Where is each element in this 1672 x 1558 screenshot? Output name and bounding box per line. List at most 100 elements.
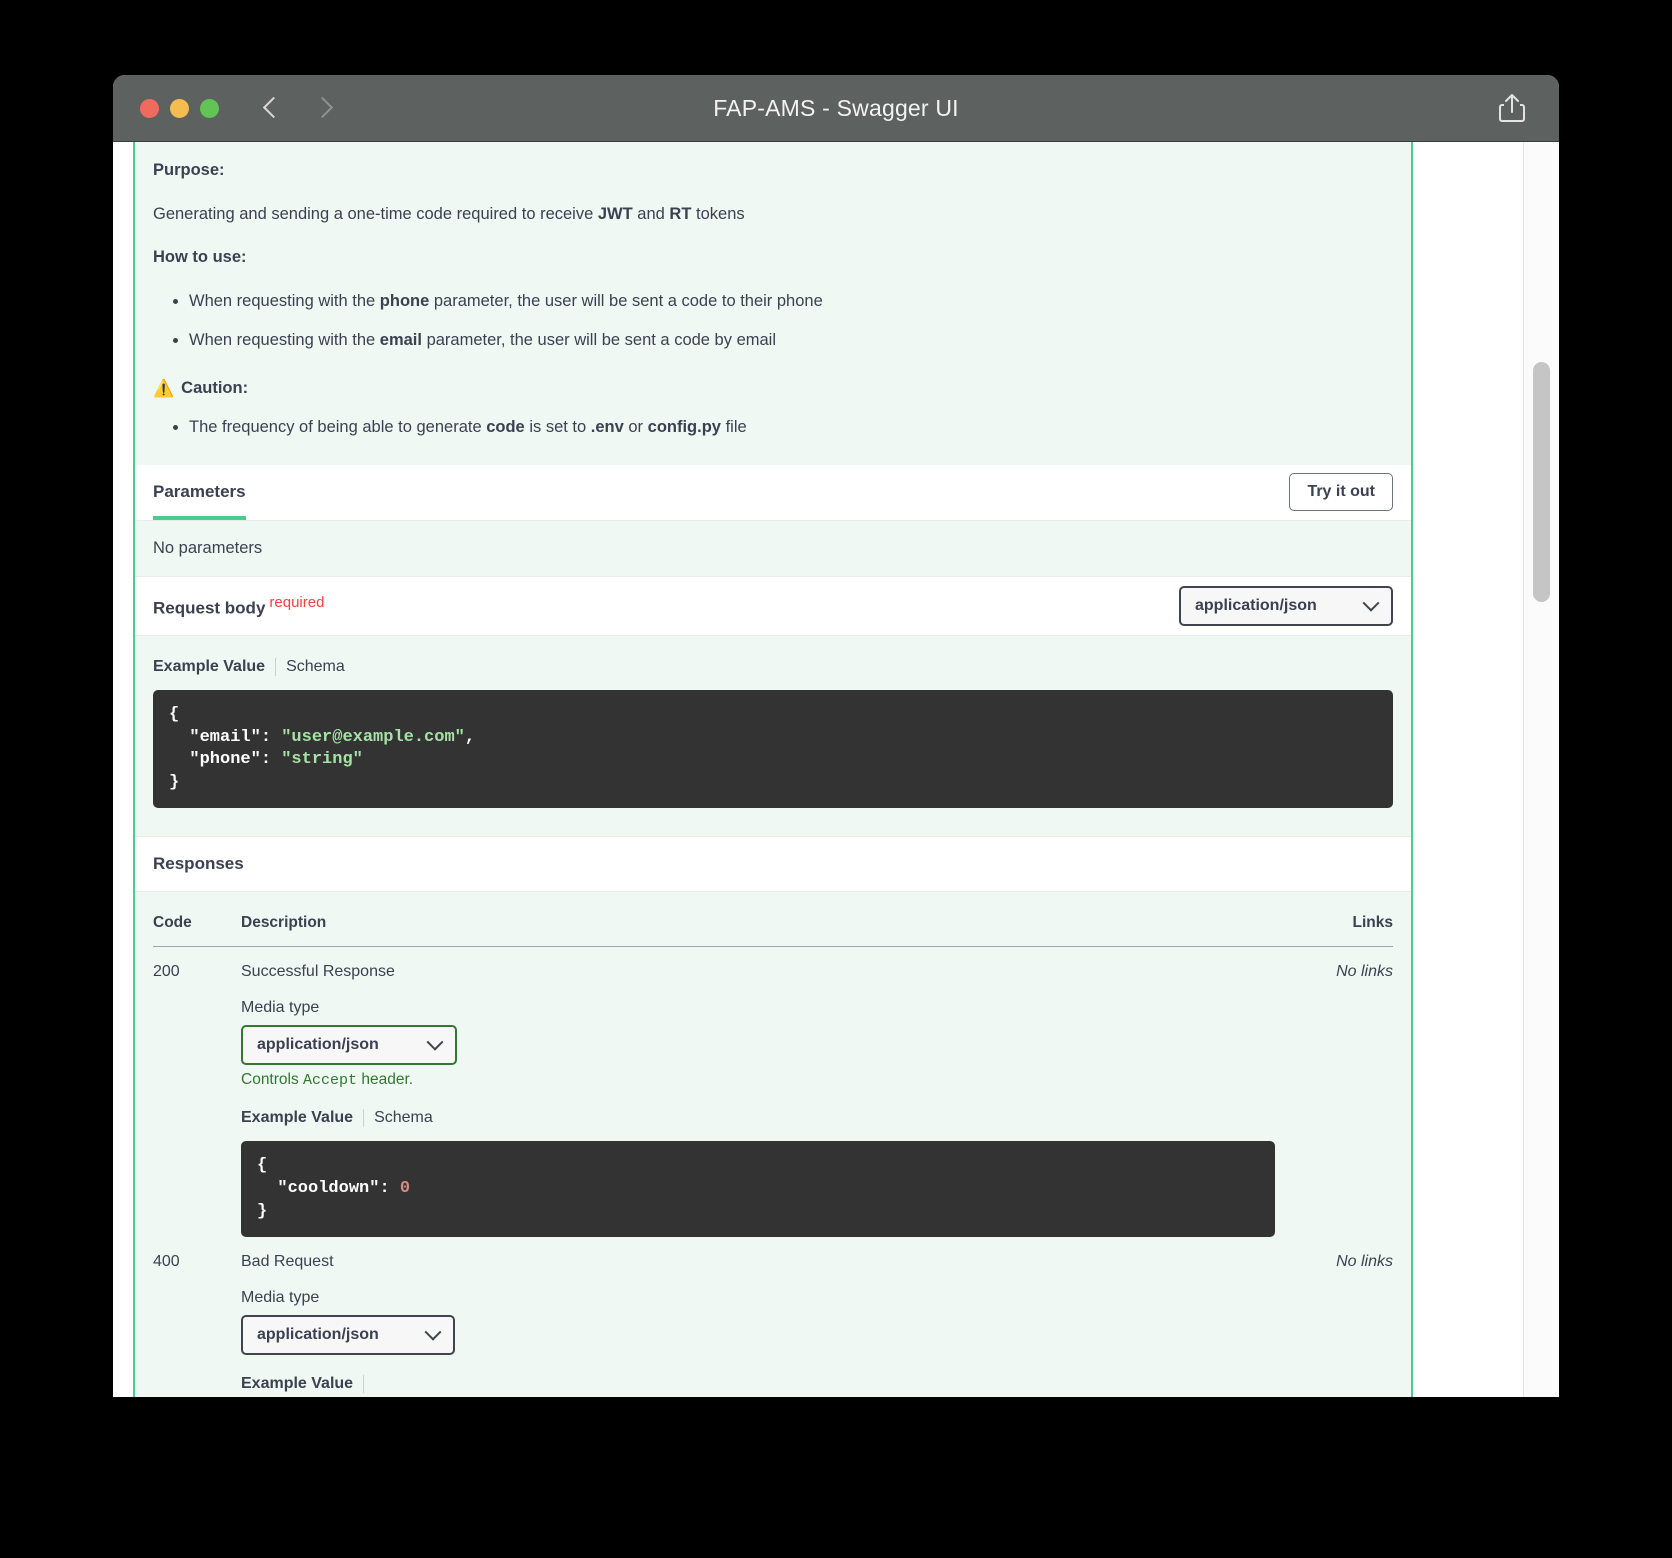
table-row: 400 Bad Request Media type application/j… [153,1237,1393,1397]
response-description-200: Successful Response [241,963,395,981]
response-example-200: Example Value Schema { "cooldown": 0 } [241,1109,1275,1238]
list-item: When requesting with the email parameter… [189,328,1411,354]
response-example-tabs-400: Example Value [241,1375,1275,1394]
code-value-email: "user@example.com" [281,727,465,747]
caution-0-pre: The frequency of being able to generate [189,418,487,437]
response-links-200: No links [1336,963,1393,981]
responses-table: Code Description Links 200 Successful Re… [153,914,1393,1397]
caution-0-bold-configpy: config.py [647,418,721,437]
table-header-row: Code Description Links [153,914,1393,948]
request-body-title: Request body [153,598,266,618]
table-row: 200 Successful Response Media type appli… [153,947,1393,1238]
howto-heading: How to use: [153,248,247,267]
response-media-type-select-200[interactable]: application/json [241,1025,457,1066]
howto-1-post: parameter, the user will be sent a code … [421,331,777,350]
response-example-code-200: { "cooldown": 0 } [241,1141,1275,1238]
back-arrow-icon[interactable] [261,93,283,123]
tab-schema[interactable]: Schema [364,1109,433,1127]
forward-arrow-icon[interactable] [313,93,335,123]
code-comma: , [464,727,476,747]
response-detail-200: Successful Response Media type applicati… [241,947,1275,1238]
code-line-close: } [257,1201,268,1221]
response-media-type-value-400: application/json [257,1326,379,1344]
accept-note-post: header. [357,1071,414,1089]
chevron-down-icon [1362,594,1380,612]
accept-note-pre: Controls [241,1071,304,1089]
caution-0-post: file [720,418,747,437]
col-description: Description [241,914,1275,948]
request-body-media-type-value: application/json [1195,596,1317,614]
caution-0-bold-code: code [486,418,525,437]
response-code-200: 200 [153,963,180,981]
response-links-400: No links [1336,1253,1393,1271]
purpose-text: Generating and sending a one-time code r… [153,202,1411,228]
purpose-heading: Purpose: [153,161,225,179]
request-body-example: Example Value Schema { "email": "user@ex… [135,636,1411,836]
request-body-media-type-select[interactable]: application/json [1179,585,1393,626]
share-icon[interactable] [1499,93,1525,123]
code-line-close: } [169,772,180,792]
navigation-buttons [261,93,335,123]
minimize-window-button[interactable] [170,98,189,118]
responses-title: Responses [153,854,244,874]
browser-window: FAP-AMS - Swagger UI Purpose: Generating… [113,75,1559,1397]
caution-heading: Caution: [181,378,249,397]
accept-note-code: Accept [303,1072,358,1090]
code-value-phone: "string" [281,750,363,770]
tab-example-value[interactable]: Example Value [153,658,275,676]
response-media-type-select-400[interactable]: application/json [241,1315,455,1356]
media-type-label-200: Media type [241,999,320,1017]
caution-heading-row: ⚠️ Caution: [153,376,1411,402]
caution-list: The frequency of being able to generate … [189,415,1411,441]
response-detail-400: Bad Request Media type application/json … [241,1237,1275,1397]
col-code: Code [153,914,241,948]
request-body-example-code: { "email": "user@example.com", "phone": … [153,689,1393,809]
howto-0-post: parameter, the user will be sent a code … [429,291,823,310]
purpose-text-pre: Generating and sending a one-time code r… [153,204,598,223]
media-type-label-400: Media type [241,1289,320,1307]
warning-icon: ⚠️ [153,379,175,399]
code-key-cooldown: "cooldown" [277,1178,380,1198]
tab-example-value[interactable]: Example Value [241,1109,363,1127]
tab-example-value[interactable]: Example Value [241,1375,363,1393]
chevron-down-icon [424,1323,442,1341]
purpose-text-post: tokens [691,204,745,223]
accept-header-note: Controls Accept header. [241,1071,1275,1089]
col-links: Links [1275,914,1393,948]
howto-0-bold: phone [379,291,430,310]
traffic-light-buttons [140,98,219,118]
caution-0-mid: is set to [524,418,591,437]
request-body-label: Request body required [153,594,324,619]
parameters-header: Parameters Try it out [135,464,1411,521]
caution-0-mid2: or [623,418,648,437]
list-item: When requesting with the phone parameter… [189,289,1411,315]
try-it-out-button[interactable]: Try it out [1289,473,1393,512]
tab-schema[interactable]: Schema [276,658,345,676]
purpose-text-mid: and [632,204,670,223]
page-viewport: Purpose: Generating and sending a one-ti… [113,142,1559,1397]
howto-list: When requesting with the phone parameter… [189,289,1411,354]
howto-1-pre: When requesting with the [189,331,380,350]
screen: FAP-AMS - Swagger UI Purpose: Generating… [0,0,1672,1558]
scrollbar-thumb[interactable] [1533,362,1550,602]
close-window-button[interactable] [140,98,159,118]
howto-0-pre: When requesting with the [189,291,380,310]
response-description-400: Bad Request [241,1253,334,1271]
code-line-open: { [169,704,180,724]
purpose-bold-jwt: JWT [597,204,633,223]
required-badge: required [269,593,325,611]
code-key-email: "email" [189,727,261,747]
purpose-bold-rt: RT [669,204,692,223]
code-key-phone: "phone" [189,750,261,770]
chevron-down-icon [426,1034,444,1052]
code-line-open: { [257,1156,268,1176]
responses-header: Responses [135,836,1411,893]
response-media-type-value-200: application/json [257,1036,379,1054]
maximize-window-button[interactable] [200,98,219,118]
swagger-page: Purpose: Generating and sending a one-ti… [113,142,1513,1397]
list-item: The frequency of being able to generate … [189,415,1411,441]
vertical-scrollbar[interactable] [1523,142,1559,1397]
howto-1-bold: email [379,331,422,350]
no-parameters-text: No parameters [153,538,263,557]
response-code-400: 400 [153,1253,180,1271]
